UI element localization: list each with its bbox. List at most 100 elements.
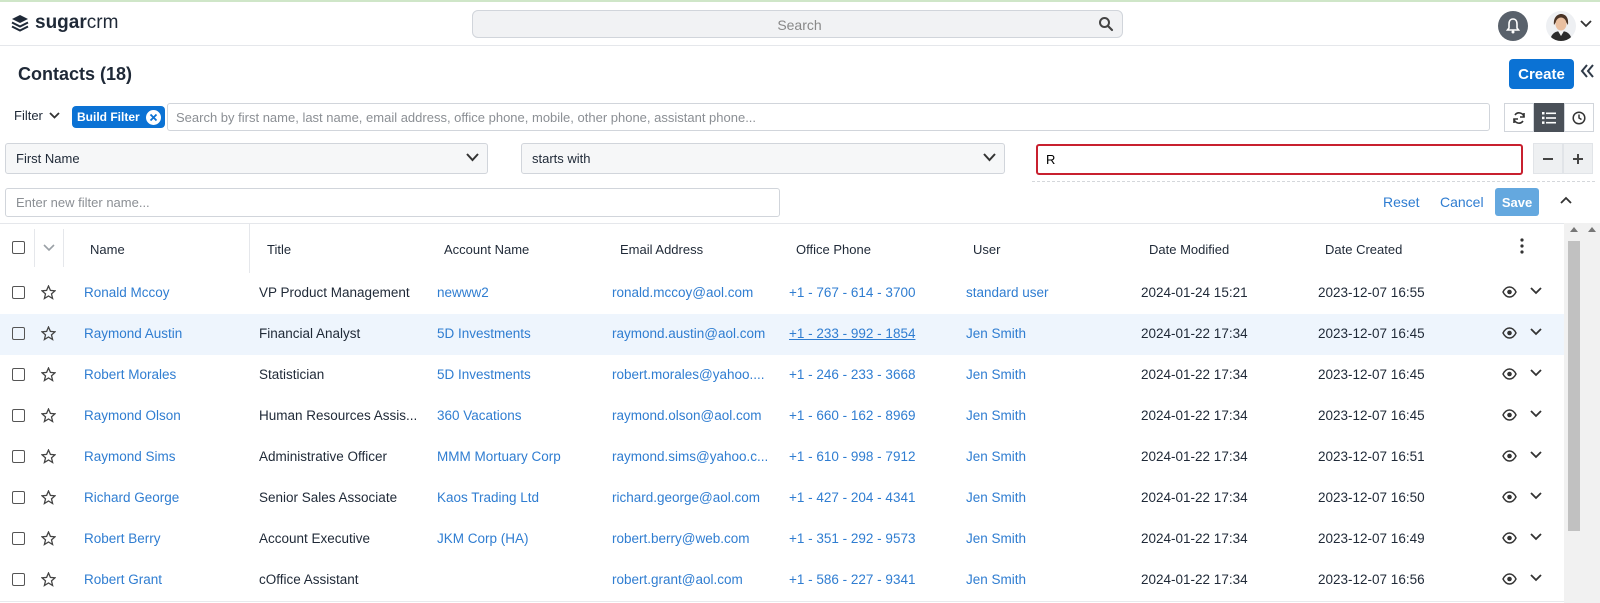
chevron-down-icon[interactable]	[1530, 410, 1542, 418]
account-name-link[interactable]: newww2	[437, 285, 597, 300]
table-scrollbar[interactable]	[1564, 223, 1600, 603]
star-icon[interactable]	[41, 285, 56, 300]
contact-name-link[interactable]: Raymond Austin	[84, 326, 244, 341]
filter-dropdown[interactable]: Filter	[14, 108, 60, 123]
table-row[interactable]: Robert Morales Statistician 5D Investmen…	[0, 355, 1564, 397]
build-filter-pill[interactable]: Build Filter	[72, 106, 165, 128]
table-row[interactable]: Robert Berry Account Executive JKM Corp …	[0, 519, 1564, 561]
user-link[interactable]: Jen Smith	[966, 490, 1126, 505]
select-all-checkbox[interactable]	[12, 241, 25, 254]
chevron-down-icon[interactable]	[1530, 533, 1542, 541]
email-link[interactable]: ronald.mccoy@aol.com	[612, 285, 772, 300]
office-phone-link[interactable]: +1 - 586 - 227 - 9341	[789, 572, 949, 587]
email-link[interactable]: raymond.sims@yahoo.c...	[612, 449, 772, 464]
eye-icon[interactable]	[1502, 450, 1517, 462]
user-link[interactable]: Jen Smith	[966, 367, 1126, 382]
user-link[interactable]: Jen Smith	[966, 408, 1126, 423]
star-icon[interactable]	[41, 572, 56, 587]
user-link[interactable]: Jen Smith	[966, 531, 1126, 546]
chevron-down-icon[interactable]	[1580, 20, 1592, 28]
user-link[interactable]: standard user	[966, 285, 1126, 300]
star-icon[interactable]	[41, 490, 56, 505]
column-header-name[interactable]: Name	[90, 242, 125, 257]
account-name-link[interactable]: MMM Mortuary Corp	[437, 449, 597, 464]
table-row[interactable]: Robert Grant cOffice Assistant robert.gr…	[0, 560, 1564, 602]
close-icon[interactable]	[145, 109, 161, 125]
kebab-icon[interactable]	[1520, 238, 1524, 254]
search-icon[interactable]	[1098, 16, 1114, 32]
star-icon[interactable]	[41, 367, 56, 382]
account-name-link[interactable]: 360 Vacations	[437, 408, 597, 423]
office-phone-link[interactable]: +1 - 233 - 992 - 1854	[789, 326, 949, 341]
office-phone-link[interactable]: +1 - 660 - 162 - 8969	[789, 408, 949, 423]
row-checkbox[interactable]	[12, 327, 25, 340]
user-link[interactable]: Jen Smith	[966, 572, 1126, 587]
contact-name-link[interactable]: Robert Berry	[84, 531, 244, 546]
contact-name-link[interactable]: Ronald Mccoy	[84, 285, 244, 300]
email-link[interactable]: robert.morales@yahoo....	[612, 367, 772, 382]
contact-name-link[interactable]: Raymond Olson	[84, 408, 244, 423]
eye-icon[interactable]	[1502, 491, 1517, 503]
column-header-email[interactable]: Email Address	[620, 242, 703, 257]
star-icon[interactable]	[41, 531, 56, 546]
row-checkbox[interactable]	[12, 450, 25, 463]
row-checkbox[interactable]	[12, 368, 25, 381]
column-header-title[interactable]: Title	[267, 242, 291, 257]
global-search-input[interactable]	[473, 11, 1126, 39]
add-filter-row-button[interactable]	[1563, 143, 1593, 174]
scroll-up-arrow[interactable]	[1569, 225, 1579, 233]
chevron-down-icon[interactable]	[1530, 369, 1542, 377]
office-phone-link[interactable]: +1 - 246 - 233 - 3668	[789, 367, 949, 382]
office-phone-link[interactable]: +1 - 767 - 614 - 3700	[789, 285, 949, 300]
user-link[interactable]: Jen Smith	[966, 449, 1126, 464]
chevron-down-icon[interactable]	[1530, 574, 1542, 582]
row-checkbox[interactable]	[12, 532, 25, 545]
filter-search-input[interactable]	[168, 104, 1489, 130]
save-button[interactable]: Save	[1495, 188, 1539, 216]
row-checkbox[interactable]	[12, 286, 25, 299]
table-row[interactable]: Richard George Senior Sales Associate Ka…	[0, 478, 1564, 520]
reset-button[interactable]: Reset	[1383, 194, 1420, 210]
office-phone-link[interactable]: +1 - 427 - 204 - 4341	[789, 490, 949, 505]
cancel-button[interactable]: Cancel	[1440, 194, 1484, 210]
account-name-link[interactable]: 5D Investments	[437, 326, 597, 341]
chevron-down-icon[interactable]	[1530, 287, 1542, 295]
contact-name-link[interactable]: Richard George	[84, 490, 244, 505]
contact-name-link[interactable]: Raymond Sims	[84, 449, 244, 464]
table-row[interactable]: Raymond Austin Financial Analyst 5D Inve…	[0, 314, 1564, 356]
filter-name-input[interactable]	[6, 189, 779, 216]
refresh-button[interactable]	[1504, 103, 1534, 132]
email-link[interactable]: robert.berry@web.com	[612, 531, 772, 546]
star-icon[interactable]	[41, 408, 56, 423]
column-header-date-created[interactable]: Date Created	[1325, 242, 1402, 257]
double-chevron-left-icon[interactable]	[1580, 64, 1594, 78]
contact-name-link[interactable]: Robert Grant	[84, 572, 244, 587]
filter-operator-select[interactable]: starts with	[521, 143, 1005, 174]
email-link[interactable]: raymond.olson@aol.com	[612, 408, 772, 423]
mass-actions-dropdown[interactable]	[34, 229, 64, 267]
email-link[interactable]: richard.george@aol.com	[612, 490, 772, 505]
contact-name-link[interactable]: Robert Morales	[84, 367, 244, 382]
create-button[interactable]: Create	[1509, 59, 1574, 89]
row-checkbox[interactable]	[12, 491, 25, 504]
eye-icon[interactable]	[1502, 368, 1517, 380]
eye-icon[interactable]	[1502, 532, 1517, 544]
eye-icon[interactable]	[1502, 327, 1517, 339]
account-name-link[interactable]: Kaos Trading Ltd	[437, 490, 597, 505]
user-link[interactable]: Jen Smith	[966, 326, 1126, 341]
notifications-button[interactable]	[1498, 11, 1528, 41]
star-icon[interactable]	[41, 449, 56, 464]
eye-icon[interactable]	[1502, 573, 1517, 585]
eye-icon[interactable]	[1502, 286, 1517, 298]
table-row[interactable]: Raymond Sims Administrative Officer MMM …	[0, 437, 1564, 479]
chevron-down-icon[interactable]	[1530, 492, 1542, 500]
office-phone-link[interactable]: +1 - 610 - 998 - 7912	[789, 449, 949, 464]
column-header-date-modified[interactable]: Date Modified	[1149, 242, 1229, 257]
email-link[interactable]: raymond.austin@aol.com	[612, 326, 772, 341]
office-phone-link[interactable]: +1 - 351 - 292 - 9573	[789, 531, 949, 546]
remove-filter-row-button[interactable]	[1533, 143, 1563, 174]
account-name-link[interactable]: JKM Corp (HA)	[437, 531, 597, 546]
chevron-up-icon[interactable]	[1560, 196, 1572, 204]
email-link[interactable]: robert.grant@aol.com	[612, 572, 772, 587]
activity-stream-button[interactable]	[1564, 103, 1594, 132]
